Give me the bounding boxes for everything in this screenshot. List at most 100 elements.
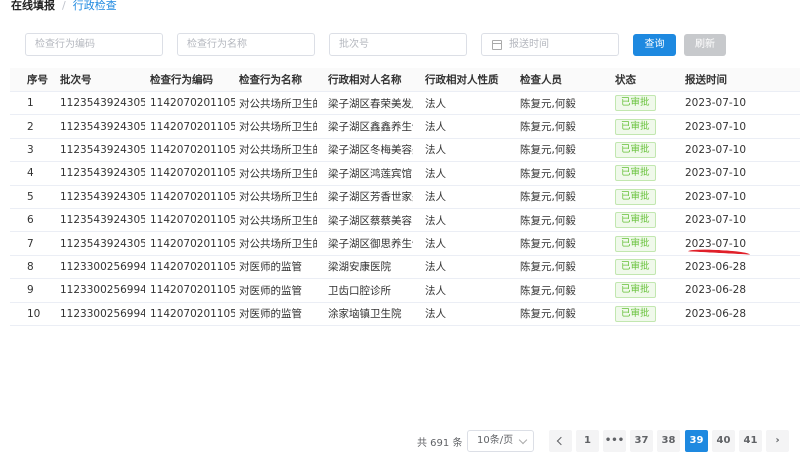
status-badge: 已审批 <box>615 141 656 158</box>
pagination: 共 691 条 10条/页 1 ••• 37 38 39 40 41 › <box>0 430 800 452</box>
cell-report-time: 2023-07-10 <box>685 120 747 133</box>
table-row[interactable]: 6 11235439243050 1142070201105 对公共场所卫生的 梁子湖区… <box>10 209 800 233</box>
cell-check-name: 对公共场所卫生的 <box>239 191 317 204</box>
page-40[interactable]: 40 <box>712 430 735 452</box>
table-row[interactable]: 10 11233002569943 1142070201105 对医师的监管 涂家垴镇卫… <box>10 303 800 326</box>
cell-code: 1142070201105 <box>150 307 235 320</box>
page-37[interactable]: 37 <box>630 430 653 452</box>
cell-index: 6 <box>27 214 34 227</box>
table-row[interactable]: 9 11233002569943 1142070201105 对医师的监管 卫齿口腔诊所… <box>10 279 800 303</box>
cell-batch: 11233002569943 <box>60 284 145 297</box>
cell-index: 8 <box>27 260 34 273</box>
status-badge: 已审批 <box>615 235 656 252</box>
check-code-input[interactable]: 检查行为编码 <box>25 33 163 56</box>
header-party-name: 行政相对人名称 <box>328 74 402 86</box>
page-1[interactable]: 1 <box>576 430 599 452</box>
cell-check-name: 对医师的监管 <box>239 284 302 297</box>
cell-status: 已审批 <box>615 186 680 208</box>
status-badge: 已审批 <box>615 118 656 135</box>
cell-status: 已审批 <box>615 303 680 325</box>
chevron-down-icon <box>518 435 528 445</box>
refresh-button[interactable]: 刷新 <box>684 34 726 56</box>
cell-status: 已审批 <box>615 162 680 184</box>
status-badge: 已审批 <box>615 95 656 112</box>
table-row[interactable]: 4 11235439243050 1142070201105 对公共场所卫生的 梁子湖区… <box>10 162 800 186</box>
header-report-time: 报送时间 <box>685 74 727 86</box>
status-badge: 已审批 <box>615 305 656 322</box>
header-index: 序号 <box>27 74 48 86</box>
cell-party-type: 法人 <box>425 167 446 180</box>
cell-inspectors: 陈复元,何毅 <box>520 238 576 251</box>
cell-batch: 11235439243050 <box>60 97 145 110</box>
cell-party-type: 法人 <box>425 261 446 274</box>
cell-status: 已审批 <box>615 92 680 114</box>
cell-status: 已审批 <box>615 115 680 137</box>
cell-party-name: 梁湖安康医院 <box>328 261 391 274</box>
next-page-button[interactable]: › <box>766 430 789 452</box>
page-39-current[interactable]: 39 <box>685 430 708 452</box>
cell-report-time: 2023-06-28 <box>685 284 747 297</box>
cell-code: 1142070201105 <box>150 214 235 227</box>
report-date-placeholder: 报送时间 <box>509 39 549 50</box>
breadcrumb-root[interactable]: 在线填报 <box>11 0 55 13</box>
cell-report-time: 2023-06-28 <box>685 307 747 320</box>
calendar-icon <box>492 39 502 50</box>
cell-party-type: 法人 <box>425 214 446 227</box>
cell-status: 已审批 <box>615 139 680 161</box>
status-badge: 已审批 <box>615 165 656 182</box>
cell-inspectors: 陈复元,何毅 <box>520 144 576 157</box>
cell-code: 1142070201105 <box>150 190 235 203</box>
cell-code: 1142070201105 <box>150 97 235 110</box>
cell-party-type: 法人 <box>425 308 446 321</box>
cell-inspectors: 陈复元,何毅 <box>520 261 576 274</box>
breadcrumb: 在线填报 / 行政检查 <box>11 0 117 13</box>
cell-report-time: 2023-07-10 <box>685 190 747 203</box>
cell-party-type: 法人 <box>425 97 446 110</box>
cell-index: 1 <box>27 97 34 110</box>
table-row[interactable]: 5 11235439243050 1142070201105 对公共场所卫生的 梁子湖区… <box>10 186 800 209</box>
report-date-picker[interactable]: 报送时间 <box>481 33 619 56</box>
cell-report-time: 2023-07-10 <box>685 143 747 156</box>
cell-check-name: 对公共场所卫生的 <box>239 214 317 227</box>
cell-index: 9 <box>27 284 34 297</box>
status-badge: 已审批 <box>615 258 656 275</box>
header-name: 检查行为名称 <box>239 74 302 86</box>
page-38[interactable]: 38 <box>657 430 680 452</box>
table-row[interactable]: 8 11233002569943 1142070201105 对医师的监管 梁湖安康医院… <box>10 256 800 280</box>
cell-status: 已审批 <box>615 232 680 254</box>
cell-check-name: 对公共场所卫生的 <box>239 167 317 180</box>
cell-code: 1142070201105 <box>150 120 235 133</box>
batch-number-input[interactable]: 批次号 <box>329 33 467 56</box>
page-41[interactable]: 41 <box>739 430 762 452</box>
table-row[interactable]: 1 11235439243050 1142070201105 对公共场所卫生的 梁子湖区… <box>10 92 800 116</box>
table-row[interactable]: 2 11235439243050 1142070201105 对公共场所卫生的 梁子湖区… <box>10 115 800 139</box>
cell-party-name: 梁子湖区春荣美发店 <box>328 97 413 110</box>
cell-report-time: 2023-07-10 <box>685 214 747 227</box>
cell-index: 5 <box>27 190 34 203</box>
cell-report-time: 2023-06-28 <box>685 260 747 273</box>
cell-report-time: 2023-07-10 <box>685 97 747 110</box>
cell-party-name: 涂家垴镇卫生院 <box>328 308 402 321</box>
page-ellipsis[interactable]: ••• <box>603 430 626 452</box>
prev-page-button[interactable] <box>549 430 572 452</box>
cell-party-name: 梁子湖区鸿莲宾馆 <box>328 167 412 180</box>
cell-inspectors: 陈复元,何毅 <box>520 191 576 204</box>
cell-inspectors: 陈复元,何毅 <box>520 214 576 227</box>
page-size-select[interactable]: 10条/页 <box>467 430 534 452</box>
cell-status: 已审批 <box>615 279 680 301</box>
cell-check-name: 对公共场所卫生的 <box>239 144 317 157</box>
cell-batch: 11233002569943 <box>60 307 145 320</box>
cell-party-name: 梁子湖区蔡蔡美容 <box>328 214 412 227</box>
check-name-input[interactable]: 检查行为名称 <box>177 33 315 56</box>
table-header-row: 序号 批次号 检查行为编码 检查行为名称 行政相对人名称 行政相对人性质 检查人… <box>10 68 800 92</box>
table-row[interactable]: 3 11235439243050 1142070201105 对公共场所卫生的 梁子湖区… <box>10 139 800 163</box>
cell-batch: 11235439243050 <box>60 214 145 227</box>
table-row[interactable]: 7 11235439243050 1142070201105 对公共场所卫生的 梁子湖区… <box>10 232 800 256</box>
cell-party-name: 梁子湖区鑫鑫养生馆 <box>328 121 413 134</box>
cell-status: 已审批 <box>615 209 680 231</box>
cell-batch: 11235439243050 <box>60 167 145 180</box>
header-party-type: 行政相对人性质 <box>425 74 499 86</box>
page-size-value: 10条/页 <box>477 435 514 446</box>
query-button[interactable]: 查询 <box>633 34 676 56</box>
cell-batch: 11235439243050 <box>60 190 145 203</box>
